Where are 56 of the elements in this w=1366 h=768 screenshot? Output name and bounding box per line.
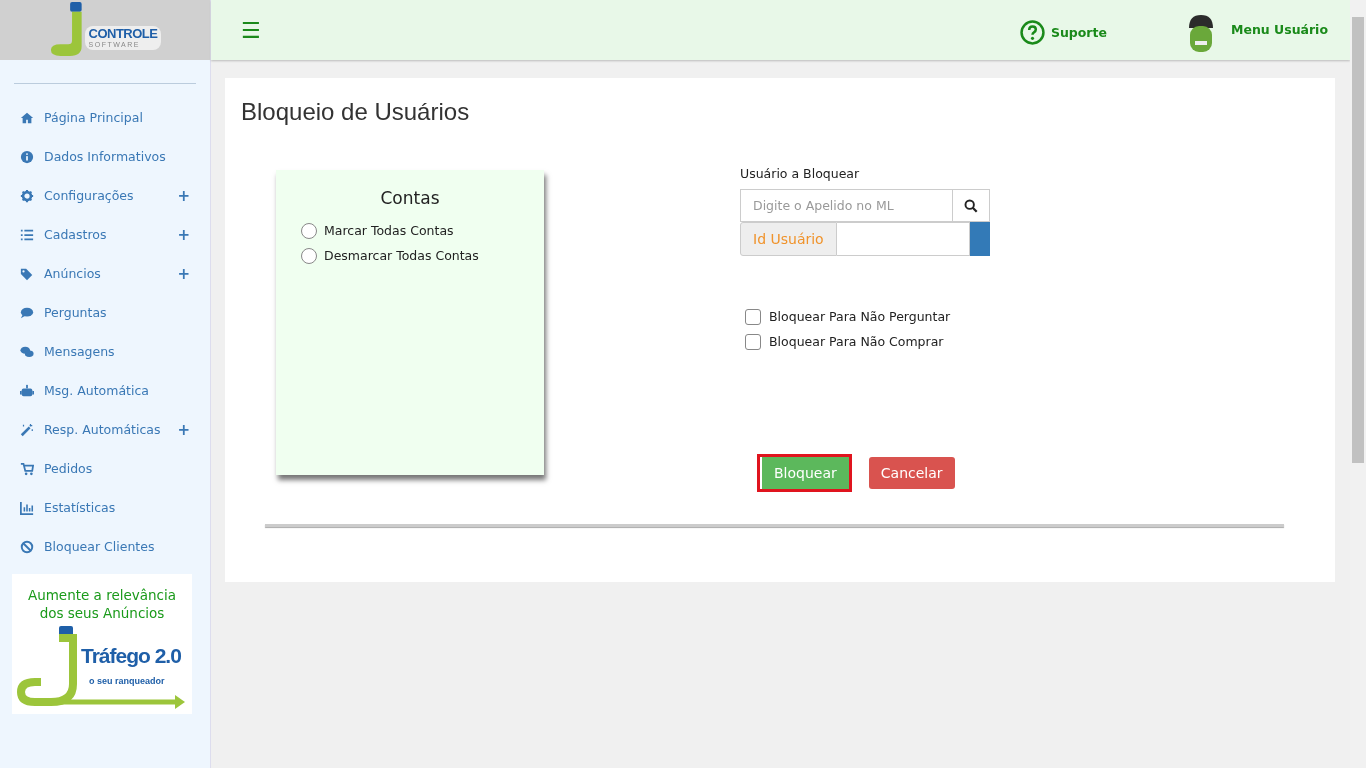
search-button[interactable]: [952, 189, 990, 222]
settings-icon: [20, 188, 34, 203]
help-icon: [1019, 19, 1045, 45]
logo-brand: CONTROLE: [88, 27, 158, 41]
list-icon: [20, 227, 34, 242]
tag-icon: [20, 266, 34, 281]
bar-chart-icon: [20, 500, 34, 515]
block-button[interactable]: Bloquear: [760, 457, 849, 489]
radio-label[interactable]: Desmarcar Todas Contas: [324, 248, 479, 263]
accounts-title: Contas: [379, 188, 441, 208]
sidebar-item[interactable]: Dados Informativos: [0, 137, 210, 176]
radio-label[interactable]: Marcar Todas Contas: [324, 223, 454, 238]
expand-icon[interactable]: +: [177, 264, 190, 283]
sidebar-item[interactable]: Página Principal: [0, 98, 210, 137]
ban-icon: [20, 539, 34, 554]
info-icon: [20, 149, 34, 164]
sidebar-item[interactable]: Configurações: [44, 188, 134, 203]
cart-icon: [20, 461, 34, 476]
sidebar-item[interactable]: Perguntas: [0, 293, 210, 332]
cancel-button[interactable]: Cancelar: [868, 457, 955, 489]
radio-button[interactable]: [301, 247, 317, 264]
sidebar-item[interactable]: Bloquear Clientes: [0, 527, 210, 566]
support-link[interactable]: Suporte: [1019, 15, 1107, 45]
field-label: Usuário a Bloquear: [740, 166, 861, 181]
id-label: Id Usuário: [740, 222, 837, 256]
banner-headline: Aumente a relevância dos seus Anúncios: [26, 586, 178, 622]
sidebar-item[interactable]: Estatísticas: [0, 488, 210, 527]
page-title: Bloqueio de Usuários: [241, 98, 471, 126]
scrollbar-thumb[interactable]: [1352, 17, 1364, 463]
banner-product: Tráfego 2.0: [81, 644, 181, 668]
checkbox-label[interactable]: Bloquear Para Não Perguntar: [769, 309, 951, 324]
user-menu-link[interactable]: Menu Usuário: [1184, 14, 1328, 54]
sidebar-item[interactable]: Msg. Automática: [0, 371, 210, 410]
sidebar-item[interactable]: Resp. Automáticas: [44, 422, 161, 437]
sidebar-item[interactable]: Cadastros: [44, 227, 107, 242]
search-icon: [964, 198, 978, 213]
promo-banner[interactable]: Aumente a relevância dos seus Anúncios Tráfego 2.0 o seu ranqueador: [12, 574, 192, 714]
expand-icon[interactable]: +: [177, 186, 190, 205]
radio-button[interactable]: [301, 222, 317, 239]
checkbox[interactable]: [745, 333, 761, 350]
speech-bubble-icon: [20, 305, 34, 320]
expand-icon[interactable]: +: [177, 225, 190, 244]
user-id-field[interactable]: [836, 222, 970, 256]
checkbox-label[interactable]: Bloquear Para Não Comprar: [769, 334, 944, 349]
sidebar-item[interactable]: Mensagens: [0, 332, 210, 371]
robot-icon: [20, 383, 34, 398]
sidebar-item[interactable]: Pedidos: [0, 449, 210, 488]
magic-wand-icon: [20, 422, 34, 437]
sidebar-item[interactable]: Anúncios: [44, 266, 101, 281]
speech-bubbles-icon: [20, 344, 34, 359]
search-field[interactable]: Digite o Apelido no ML: [740, 189, 952, 222]
home-icon: [20, 110, 34, 125]
menu-button[interactable]: ☰: [241, 17, 261, 43]
banner-slogan: o seu ranqueador: [89, 676, 165, 686]
checkbox[interactable]: [745, 308, 761, 325]
expand-icon[interactable]: +: [177, 420, 190, 439]
